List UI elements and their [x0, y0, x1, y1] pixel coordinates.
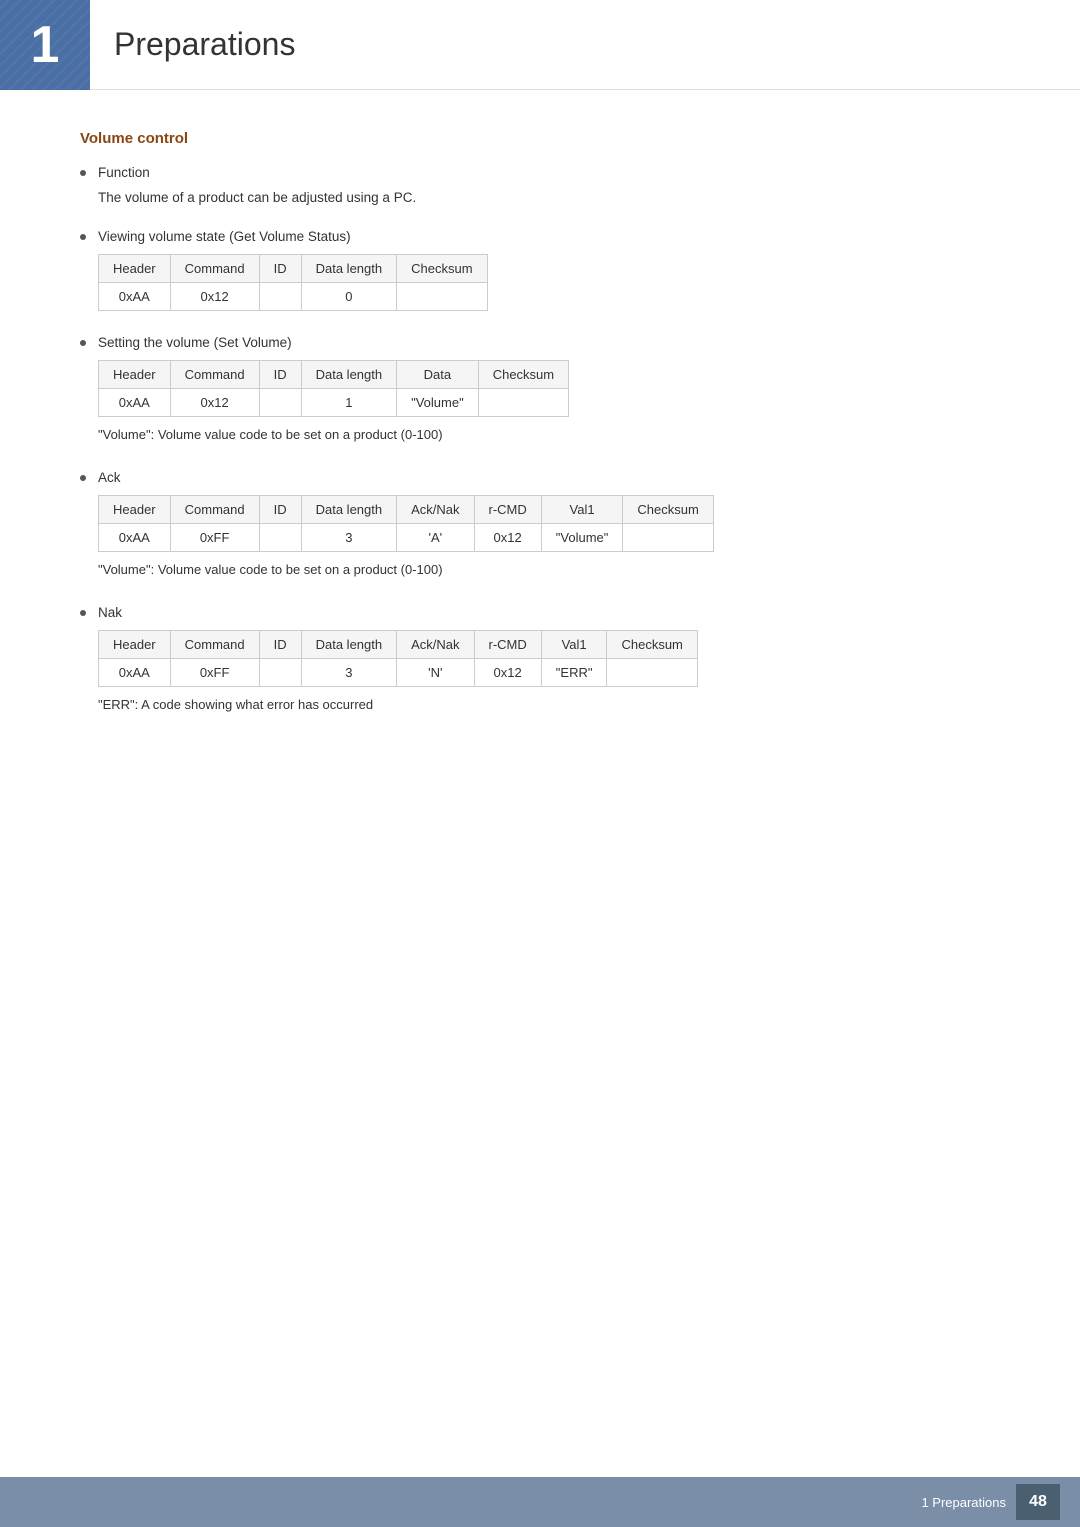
- cell-command: 0xFF: [170, 524, 259, 552]
- ack-table: Header Command ID Data length Ack/Nak r-…: [98, 495, 714, 552]
- bullet-content: Nak Header Command ID Data length Ack/Na…: [98, 605, 1020, 726]
- list-item: Viewing volume state (Get Volume Status)…: [80, 229, 1020, 321]
- th-command: Command: [170, 361, 259, 389]
- th-id: ID: [259, 496, 301, 524]
- function-subtext: The volume of a product can be adjusted …: [98, 190, 1020, 205]
- list-item: Setting the volume (Set Volume) Header C…: [80, 335, 1020, 456]
- bullet-dot: [80, 340, 86, 346]
- th-command: Command: [170, 255, 259, 283]
- bullet-dot: [80, 475, 86, 481]
- cell-command: 0x12: [170, 283, 259, 311]
- table-row: 0xAA 0x12 1 "Volume": [99, 389, 569, 417]
- nak-label: Nak: [98, 605, 1020, 620]
- th-command: Command: [170, 496, 259, 524]
- cell-id: [259, 283, 301, 311]
- cell-data-length: 0: [301, 283, 397, 311]
- th-acknak: Ack/Nak: [397, 631, 474, 659]
- cell-id: [259, 524, 301, 552]
- viewing-table: Header Command ID Data length Checksum 0…: [98, 254, 488, 311]
- setting-table: Header Command ID Data length Data Check…: [98, 360, 569, 417]
- th-checksum: Checksum: [623, 496, 713, 524]
- list-item: Nak Header Command ID Data length Ack/Na…: [80, 605, 1020, 726]
- table-row: 0xAA 0xFF 3 'A' 0x12 "Volume": [99, 524, 714, 552]
- th-rcmd: r-CMD: [474, 496, 541, 524]
- bullet-content: Function The volume of a product can be …: [98, 165, 1020, 215]
- chapter-number: 1: [31, 15, 60, 75]
- nak-note: "ERR": A code showing what error has occ…: [98, 697, 1020, 712]
- bullet-content: Setting the volume (Set Volume) Header C…: [98, 335, 1020, 456]
- bullet-content: Ack Header Command ID Data length Ack/Na…: [98, 470, 1020, 591]
- cell-id: [259, 389, 301, 417]
- cell-rcmd: 0x12: [474, 659, 541, 687]
- th-id: ID: [259, 255, 301, 283]
- footer-text: 1 Preparations: [921, 1495, 1006, 1510]
- cell-header: 0xAA: [99, 389, 171, 417]
- cell-command: 0xFF: [170, 659, 259, 687]
- th-data-length: Data length: [301, 255, 397, 283]
- th-acknak: Ack/Nak: [397, 496, 474, 524]
- th-checksum: Checksum: [478, 361, 568, 389]
- bullet-dot: [80, 170, 86, 176]
- chapter-block: 1 Preparations: [0, 0, 295, 90]
- cell-val1: "ERR": [541, 659, 607, 687]
- th-data-length: Data length: [301, 361, 397, 389]
- cell-checksum: [397, 283, 487, 311]
- nak-table: Header Command ID Data length Ack/Nak r-…: [98, 630, 698, 687]
- cell-data-length: 3: [301, 659, 397, 687]
- cell-checksum: [478, 389, 568, 417]
- th-val1: Val1: [541, 496, 623, 524]
- table-row: 0xAA 0xFF 3 'N' 0x12 "ERR": [99, 659, 698, 687]
- setting-label: Setting the volume (Set Volume): [98, 335, 1020, 350]
- list-item: Ack Header Command ID Data length Ack/Na…: [80, 470, 1020, 591]
- bullet-dot: [80, 610, 86, 616]
- th-header: Header: [99, 361, 171, 389]
- viewing-label: Viewing volume state (Get Volume Status): [98, 229, 1020, 244]
- th-data: Data: [397, 361, 479, 389]
- bullet-content: Viewing volume state (Get Volume Status)…: [98, 229, 1020, 321]
- main-content: Volume control Function The volume of a …: [0, 90, 1080, 820]
- ack-label: Ack: [98, 470, 1020, 485]
- chapter-number-bg: 1: [0, 0, 90, 90]
- th-header: Header: [99, 255, 171, 283]
- footer: 1 Preparations 48: [0, 1477, 1080, 1527]
- th-command: Command: [170, 631, 259, 659]
- th-checksum: Checksum: [397, 255, 487, 283]
- cell-header: 0xAA: [99, 524, 171, 552]
- cell-checksum: [607, 659, 697, 687]
- th-header: Header: [99, 631, 171, 659]
- cell-val1: "Volume": [541, 524, 623, 552]
- cell-command: 0x12: [170, 389, 259, 417]
- th-data-length: Data length: [301, 496, 397, 524]
- th-header: Header: [99, 496, 171, 524]
- section-title: Volume control: [80, 130, 1020, 147]
- setting-note: "Volume": Volume value code to be set on…: [98, 427, 1020, 442]
- cell-id: [259, 659, 301, 687]
- th-rcmd: r-CMD: [474, 631, 541, 659]
- bullet-list: Function The volume of a product can be …: [80, 165, 1020, 726]
- cell-data: "Volume": [397, 389, 479, 417]
- cell-rcmd: 0x12: [474, 524, 541, 552]
- header: 1 Preparations: [0, 0, 1080, 90]
- list-item: Function The volume of a product can be …: [80, 165, 1020, 215]
- th-checksum: Checksum: [607, 631, 697, 659]
- cell-checksum: [623, 524, 713, 552]
- cell-header: 0xAA: [99, 659, 171, 687]
- bullet-dot: [80, 234, 86, 240]
- th-data-length: Data length: [301, 631, 397, 659]
- th-id: ID: [259, 631, 301, 659]
- table-row: 0xAA 0x12 0: [99, 283, 488, 311]
- function-label: Function: [98, 165, 1020, 180]
- cell-header: 0xAA: [99, 283, 171, 311]
- cell-acknak: 'A': [397, 524, 474, 552]
- th-val1: Val1: [541, 631, 607, 659]
- chapter-title: Preparations: [114, 26, 295, 63]
- th-id: ID: [259, 361, 301, 389]
- ack-note: "Volume": Volume value code to be set on…: [98, 562, 1020, 577]
- cell-acknak: 'N': [397, 659, 474, 687]
- footer-page: 48: [1016, 1484, 1060, 1520]
- cell-data-length: 3: [301, 524, 397, 552]
- cell-data-length: 1: [301, 389, 397, 417]
